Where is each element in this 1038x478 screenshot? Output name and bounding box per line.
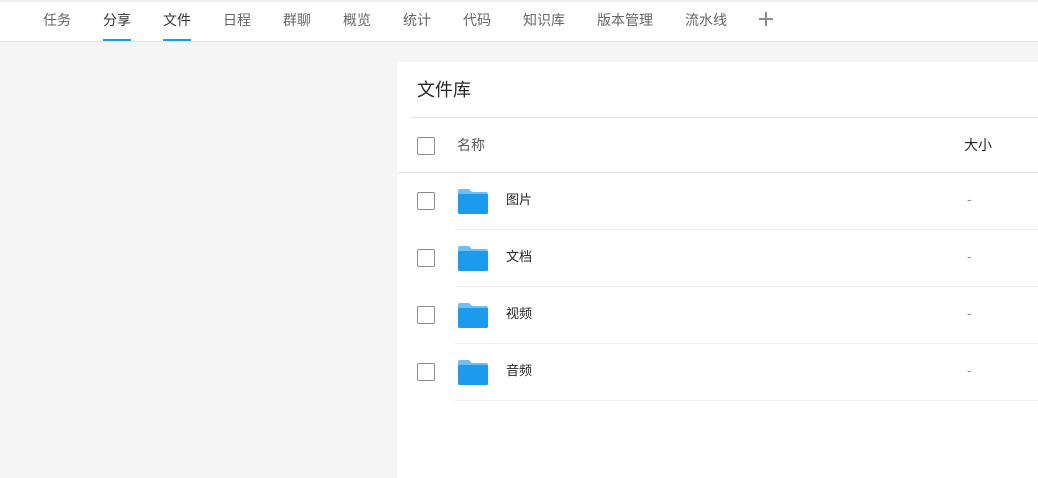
tab-label: 统计	[403, 13, 431, 29]
tab-pipeline[interactable]: 流水线	[685, 0, 727, 41]
table-row[interactable]: 音频 -	[397, 344, 1038, 401]
tab-knowledge-base[interactable]: 知识库	[523, 0, 565, 41]
table-row[interactable]: 视频 -	[397, 287, 1038, 344]
tab-label: 流水线	[685, 13, 727, 29]
tab-code[interactable]: 代码	[463, 0, 491, 41]
table-header: 名称 大小	[397, 118, 1038, 173]
tab-label: 文件	[163, 13, 191, 29]
row-divider	[455, 400, 1038, 401]
file-name[interactable]: 文档	[506, 230, 532, 286]
tab-statistics[interactable]: 统计	[403, 0, 431, 41]
tab-version-control[interactable]: 版本管理	[597, 0, 653, 41]
folder-icon	[458, 360, 488, 385]
tab-label: 知识库	[523, 13, 565, 29]
folder-icon	[458, 246, 488, 271]
tab-share[interactable]: 分享	[103, 0, 131, 41]
column-header-size[interactable]: 大小	[964, 118, 992, 174]
row-checkbox[interactable]	[417, 306, 435, 324]
tab-label: 任务	[43, 13, 71, 29]
tab-label: 日程	[223, 13, 251, 29]
table-row[interactable]: 文档 -	[397, 230, 1038, 287]
file-name[interactable]: 图片	[506, 173, 532, 229]
row-checkbox[interactable]	[417, 363, 435, 381]
top-tab-bar: 任务 分享 文件 日程 群聊 概览 统计 代码 知识库 版本管理 流水线	[0, 0, 1038, 42]
tab-label: 代码	[463, 13, 491, 29]
tab-tasks[interactable]: 任务	[43, 0, 71, 41]
tab-files[interactable]: 文件	[163, 0, 191, 41]
column-header-name[interactable]: 名称	[457, 118, 485, 174]
tab-label: 群聊	[283, 13, 311, 29]
page-title: 文件库	[417, 80, 471, 101]
file-size: -	[967, 193, 972, 208]
top-edge-line	[0, 0, 1038, 2]
file-name[interactable]: 视频	[506, 287, 532, 343]
file-size: -	[967, 250, 972, 265]
folder-icon	[458, 303, 488, 328]
file-size: -	[967, 307, 972, 322]
tab-underline	[163, 39, 191, 41]
tab-group-chat[interactable]: 群聊	[283, 0, 311, 41]
file-name[interactable]: 音频	[506, 344, 532, 400]
tab-overview[interactable]: 概览	[343, 0, 371, 41]
file-library-panel: 文件库 名称 大小 图片 - 文档 - 视频 - 音频 -	[397, 62, 1038, 478]
tab-label: 分享	[103, 13, 131, 29]
file-size: -	[967, 364, 972, 379]
plus-icon[interactable]	[758, 11, 774, 27]
select-all-checkbox[interactable]	[417, 137, 435, 155]
folder-icon	[458, 189, 488, 214]
row-checkbox[interactable]	[417, 192, 435, 210]
tab-schedule[interactable]: 日程	[223, 0, 251, 41]
table-row[interactable]: 图片 -	[397, 173, 1038, 230]
tab-underline	[103, 39, 131, 41]
tab-label: 版本管理	[597, 13, 653, 29]
row-checkbox[interactable]	[417, 249, 435, 267]
tab-label: 概览	[343, 13, 371, 29]
